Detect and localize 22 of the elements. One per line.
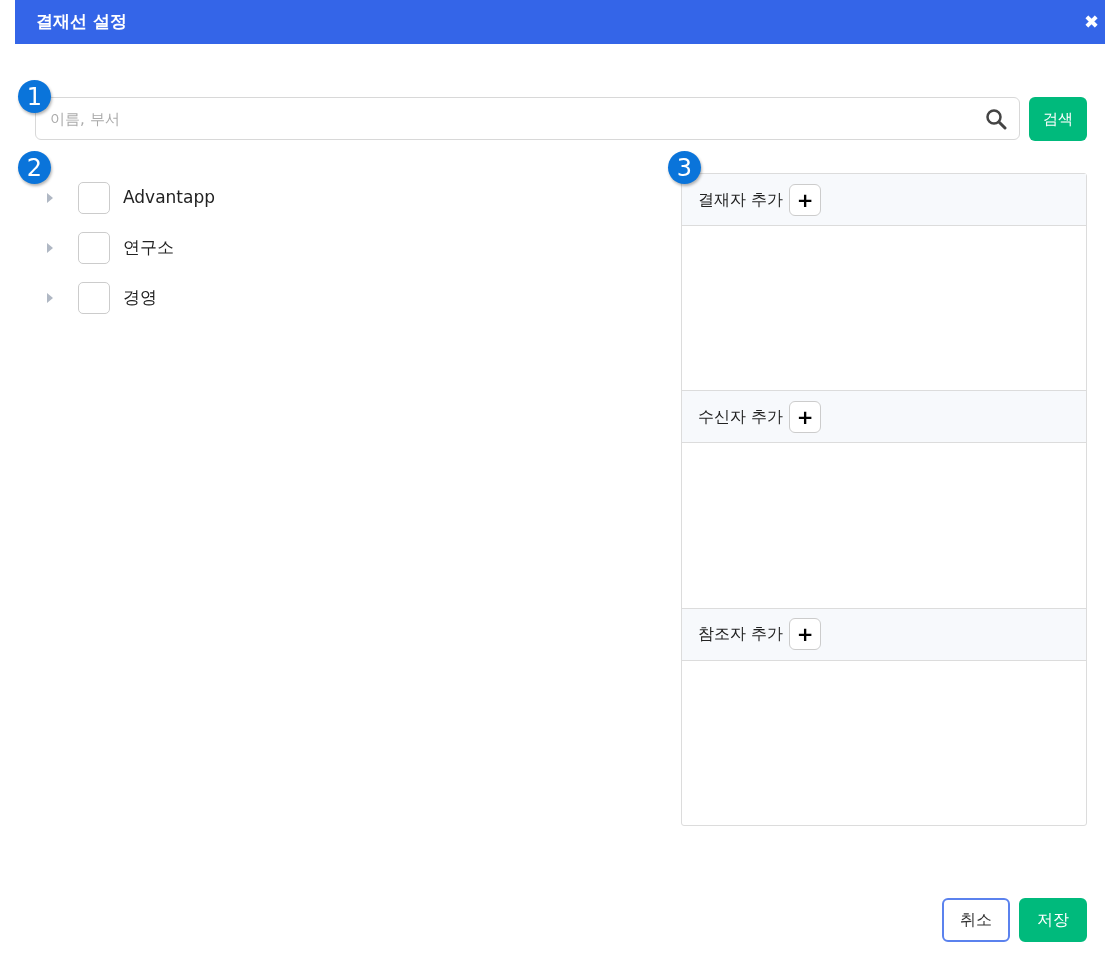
checkbox[interactable] xyxy=(78,182,110,214)
step-marker: 1 xyxy=(18,80,51,113)
checkbox[interactable] xyxy=(78,282,110,314)
checkbox[interactable] xyxy=(78,232,110,264)
close-button[interactable]: ✖ xyxy=(1083,13,1099,31)
step-marker: 2 xyxy=(18,151,51,184)
section-title: 참조자 추가 xyxy=(698,623,784,646)
tree-label[interactable]: 경영 xyxy=(123,285,157,311)
search-icon xyxy=(985,108,1007,130)
caret-icon[interactable] xyxy=(45,243,55,253)
add-button[interactable]: + xyxy=(789,400,822,433)
tree-label[interactable]: Advantapp xyxy=(123,185,216,211)
add-button[interactable]: + xyxy=(789,618,822,651)
cancel-button[interactable]: 취소 xyxy=(942,898,1010,942)
caret-icon[interactable] xyxy=(45,193,55,203)
tree-label[interactable]: 연구소 xyxy=(123,235,174,261)
add-button[interactable]: + xyxy=(789,183,822,216)
dialog-title: 결재선 설정 xyxy=(36,10,127,34)
caret-icon[interactable] xyxy=(45,293,55,303)
section-title: 결재자 추가 xyxy=(698,188,784,211)
section-title: 수신자 추가 xyxy=(698,405,784,428)
step-marker: 3 xyxy=(668,151,701,184)
